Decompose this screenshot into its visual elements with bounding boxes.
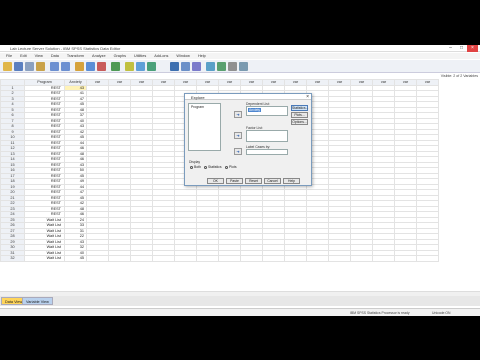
spelling-icon[interactable] <box>228 62 237 71</box>
factor-list[interactable] <box>246 130 288 142</box>
radio-plots-dot[interactable] <box>225 165 228 169</box>
print-icon[interactable] <box>25 62 34 71</box>
menu-window[interactable]: Window <box>172 53 194 59</box>
ok-button[interactable]: OK <box>207 178 224 184</box>
goto-variable-icon[interactable] <box>86 62 95 71</box>
menu-utilities[interactable]: Utilities <box>130 53 150 59</box>
dialog-title-bar: Explore × <box>185 94 311 100</box>
menu-analyze[interactable]: Analyze <box>88 53 110 59</box>
radio-both[interactable]: Both <box>190 165 201 169</box>
variables-icon[interactable] <box>97 62 106 71</box>
processor-status: IBM SPSS Statistics Processor is ready <box>350 311 410 315</box>
help-button[interactable]: Help <box>283 178 300 184</box>
cell-empty[interactable] <box>328 255 351 262</box>
menu-file[interactable]: File <box>2 53 16 59</box>
minimize-button[interactable]: – <box>445 45 456 52</box>
dependent-list[interactable]: Anxiety <box>246 106 288 116</box>
toolbar <box>0 60 480 73</box>
view-tabs: Data View Variable View <box>0 296 480 306</box>
cell-empty[interactable] <box>372 255 395 262</box>
move-to-dependent-button[interactable]: ➜ <box>234 111 242 118</box>
goto-case-icon[interactable] <box>75 62 84 71</box>
show-all-icon[interactable] <box>217 62 226 71</box>
display-group-label: Display <box>189 160 201 164</box>
cell-anxiety[interactable]: 45 <box>64 255 87 262</box>
source-item-program[interactable]: Program <box>191 105 204 109</box>
find-icon[interactable] <box>111 62 120 71</box>
menu-data[interactable]: Data <box>47 53 63 59</box>
cell-program[interactable]: Wait List <box>24 255 65 262</box>
dialog-recall-icon[interactable] <box>36 62 45 71</box>
insert-variable-icon[interactable] <box>136 62 145 71</box>
cell-empty[interactable] <box>262 255 285 262</box>
radio-statistics-label: Statistics <box>208 165 222 169</box>
select-cases-icon[interactable] <box>181 62 190 71</box>
menu-help[interactable]: Help <box>194 53 210 59</box>
window-controls: – □ × <box>445 45 478 52</box>
row-number[interactable]: 32 <box>0 255 25 262</box>
plots-button[interactable]: Plots... <box>291 112 308 118</box>
window-title: Lab Lecture Server Solution - IBM SPSS S… <box>10 46 121 51</box>
radio-both-dot[interactable] <box>190 165 193 169</box>
tab-variable-view[interactable]: Variable View <box>22 297 53 305</box>
menu-graphs[interactable]: Graphs <box>110 53 130 59</box>
cell-empty[interactable] <box>394 255 417 262</box>
cell-empty[interactable] <box>350 255 373 262</box>
radio-plots-label: Plots <box>229 165 237 169</box>
redo-icon[interactable] <box>61 62 70 71</box>
options-button[interactable]: Options... <box>291 119 308 125</box>
save-icon[interactable] <box>14 62 23 71</box>
radio-statistics[interactable]: Statistics <box>204 165 222 169</box>
radio-statistics-dot[interactable] <box>204 165 207 169</box>
cell-empty[interactable] <box>130 255 153 262</box>
cell-empty[interactable] <box>306 255 329 262</box>
radio-both-label: Both <box>194 165 201 169</box>
cell-empty[interactable] <box>174 255 197 262</box>
source-variable-list[interactable]: Program <box>188 103 221 151</box>
visible-variables-count: Visible: 2 of 2 Variables <box>440 74 478 78</box>
dependent-item-anxiety[interactable]: Anxiety <box>248 108 262 112</box>
statistics-button[interactable]: Statistics... <box>291 105 308 111</box>
menu-addons[interactable]: Add-ons <box>150 53 172 59</box>
cell-empty[interactable] <box>86 255 109 262</box>
dialog-title: Explore <box>191 95 205 100</box>
cell-empty[interactable] <box>108 255 131 262</box>
menu-bar: File Edit View Data Transform Analyze Gr… <box>0 53 480 59</box>
reset-button[interactable]: Reset <box>245 178 262 184</box>
status-bar: IBM SPSS Statistics Processor is ready U… <box>0 308 480 316</box>
close-button[interactable]: × <box>467 45 478 52</box>
cell-empty[interactable] <box>284 255 307 262</box>
cell-empty[interactable] <box>240 255 263 262</box>
undo-icon[interactable] <box>50 62 59 71</box>
table-row[interactable]: 32 Wait List 45 <box>0 255 439 262</box>
split-file-icon[interactable] <box>147 62 156 71</box>
move-to-label-button[interactable]: ➜ <box>234 148 242 155</box>
value-labels-icon[interactable] <box>192 62 201 71</box>
title-bar: Lab Lecture Server Solution - IBM SPSS S… <box>0 45 480 52</box>
script-icon[interactable] <box>239 62 248 71</box>
cell-empty[interactable] <box>416 255 439 262</box>
use-sets-icon[interactable] <box>206 62 215 71</box>
cell-empty[interactable] <box>152 255 175 262</box>
insert-cases-icon[interactable] <box>125 62 134 71</box>
cell-empty[interactable] <box>218 255 241 262</box>
paste-button[interactable]: Paste <box>226 178 243 184</box>
menu-edit[interactable]: Edit <box>16 53 31 59</box>
move-to-factor-button[interactable]: ➜ <box>234 132 242 139</box>
dialog-close-icon[interactable]: × <box>306 94 309 100</box>
cancel-button[interactable]: Cancel <box>264 178 281 184</box>
menu-view[interactable]: View <box>31 53 47 59</box>
weight-cases-icon[interactable] <box>170 62 179 71</box>
menu-transform[interactable]: Transform <box>63 53 88 59</box>
explore-dialog: Explore × Program ➜ ➜ ➜ Dependent List: … <box>184 93 312 186</box>
label-cases-field[interactable] <box>246 149 288 155</box>
open-icon[interactable] <box>3 62 12 71</box>
radio-plots[interactable]: Plots <box>225 165 237 169</box>
maximize-button[interactable]: □ <box>456 45 467 52</box>
unicode-status: Unicode:ON <box>432 311 451 315</box>
cell-empty[interactable] <box>196 255 219 262</box>
